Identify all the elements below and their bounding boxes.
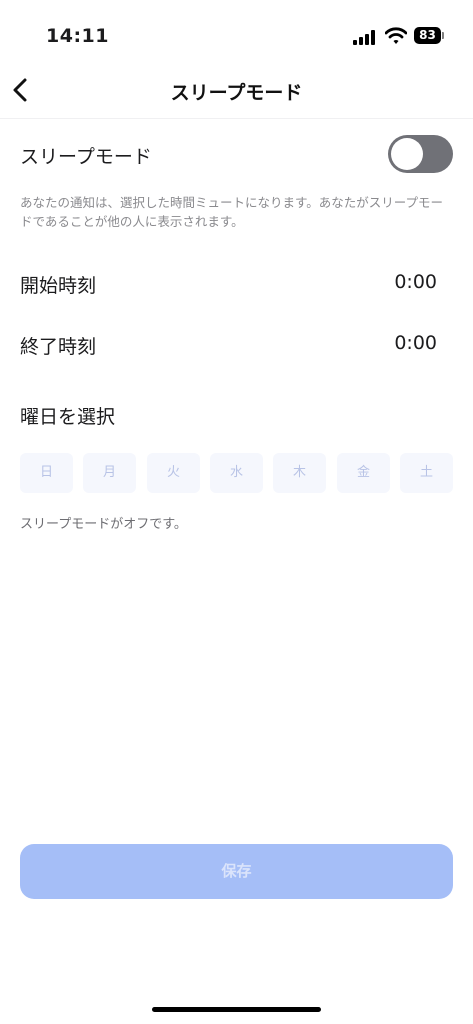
day-chip-friday[interactable]: 金 <box>337 453 390 493</box>
sleep-mode-screen: 14:11 83 スリープモード スリープモード あなたの通知は、選択した時間ミ… <box>0 0 473 1024</box>
cellular-signal-icon <box>353 29 377 45</box>
day-chip-sunday[interactable]: 日 <box>20 453 73 493</box>
sleep-mode-off-note: スリープモードがオフです。 <box>20 517 187 532</box>
save-button[interactable]: 保存 <box>20 844 453 899</box>
status-time: 14:11 <box>46 25 109 47</box>
end-time-label: 終了時刻 <box>20 336 97 358</box>
wifi-icon <box>385 27 407 44</box>
battery-icon: 83 <box>414 27 441 44</box>
day-chip-wednesday[interactable]: 水 <box>210 453 263 493</box>
start-time-label: 開始時刻 <box>20 275 97 297</box>
page-title: スリープモード <box>170 82 303 104</box>
battery-tip <box>442 32 444 39</box>
day-selector: 日 月 火 水 木 金 土 <box>20 453 453 493</box>
sleep-mode-toggle[interactable] <box>388 135 453 173</box>
day-chip-saturday[interactable]: 土 <box>400 453 453 493</box>
home-indicator <box>152 1007 321 1012</box>
day-chip-monday[interactable]: 月 <box>83 453 136 493</box>
sleep-mode-description: あなたの通知は、選択した時間ミュートになります。あなたがスリープモードであること… <box>20 195 444 229</box>
nav-bar: スリープモード <box>0 62 473 119</box>
day-chip-thursday[interactable]: 木 <box>273 453 326 493</box>
status-bar: 14:11 83 <box>0 0 473 60</box>
toggle-knob <box>391 138 423 170</box>
sleep-mode-label: スリープモード <box>20 146 152 168</box>
start-time-value[interactable]: 0:00 <box>394 271 437 293</box>
days-heading: 曜日を選択 <box>20 406 116 428</box>
day-chip-tuesday[interactable]: 火 <box>147 453 200 493</box>
end-time-value[interactable]: 0:00 <box>394 332 437 354</box>
